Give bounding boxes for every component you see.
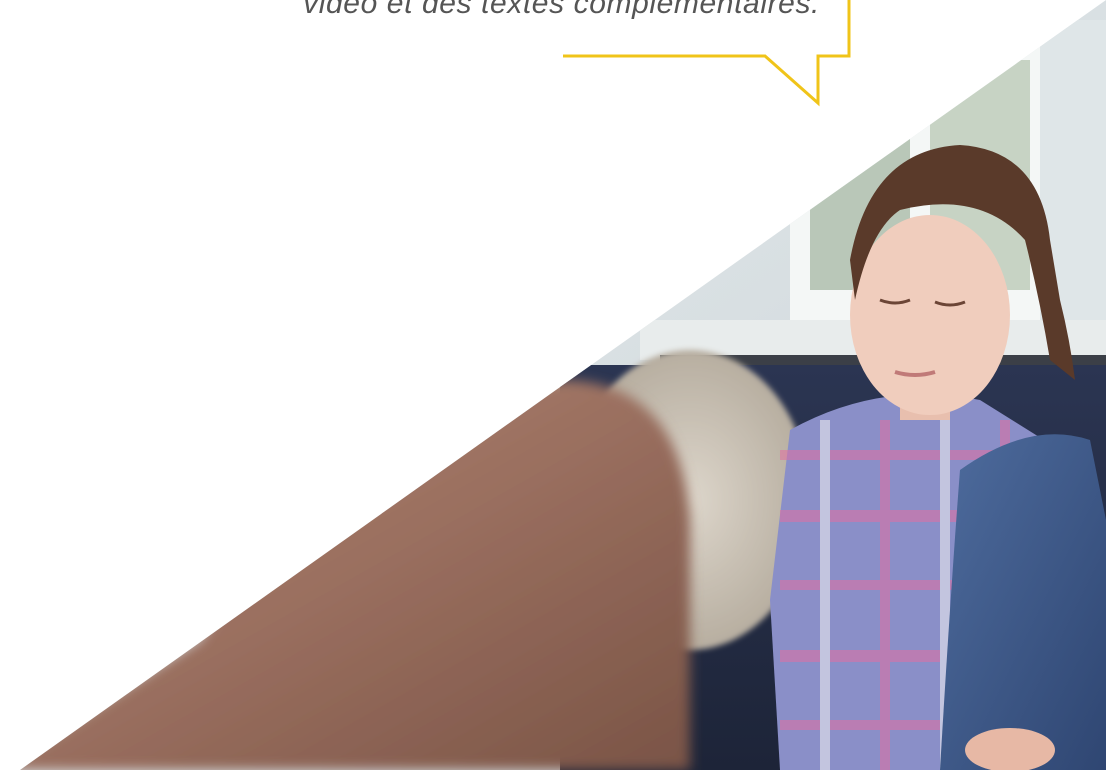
hero-photo (20, 0, 1106, 770)
quote-text: vidéo et des textes complémentaires. (303, 0, 820, 20)
page: vidéo et des textes complémentaires. (0, 0, 1106, 770)
